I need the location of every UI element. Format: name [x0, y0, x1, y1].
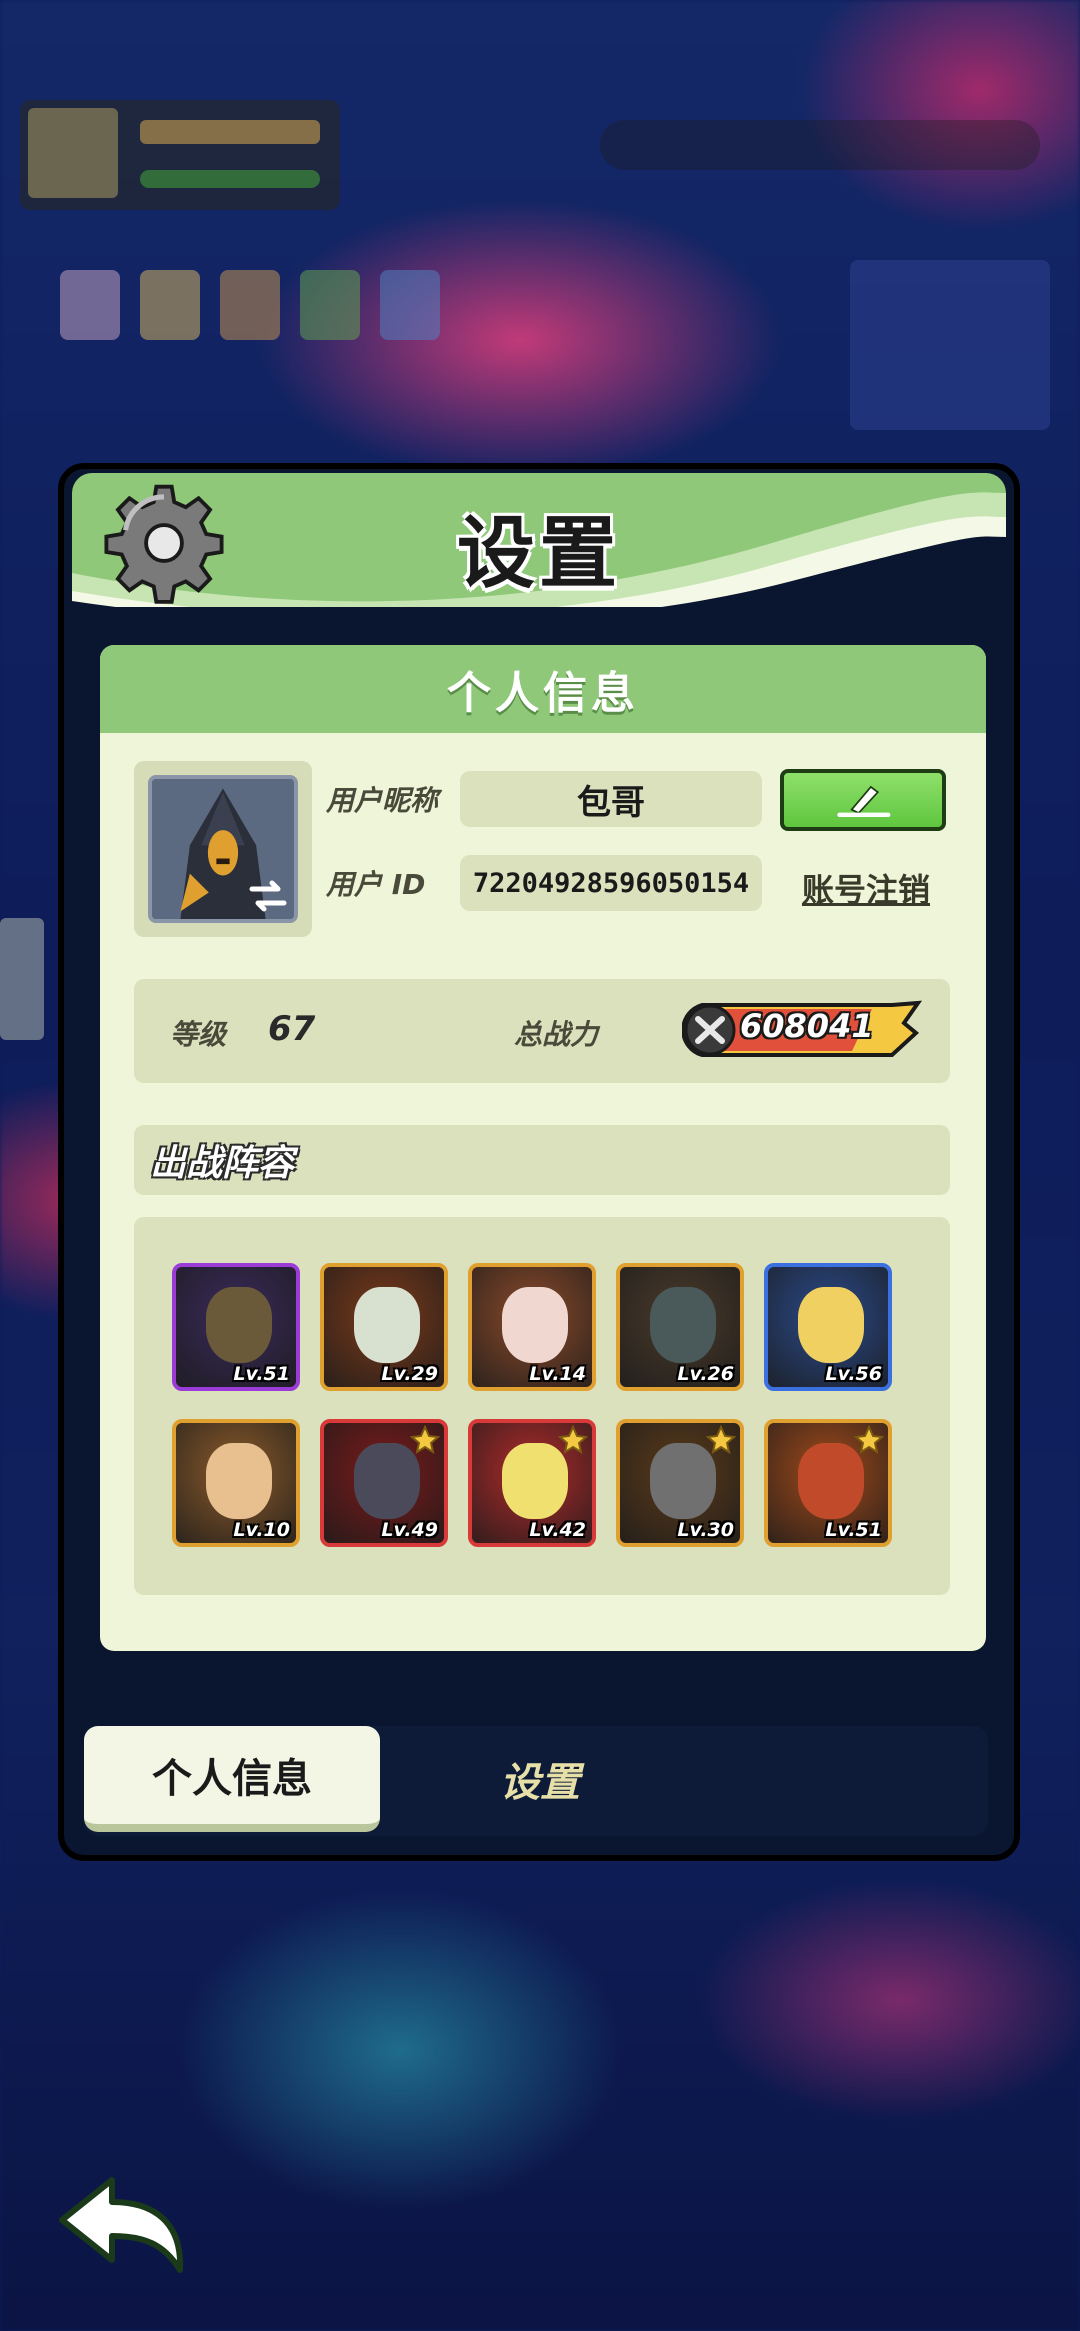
hero-portrait [354, 1287, 420, 1363]
section-title: 个人信息 [100, 645, 986, 733]
star-badge-icon [854, 1425, 884, 1455]
hero-level: Lv.51 [233, 1363, 290, 1385]
delete-account-link[interactable]: 账号注销 [776, 863, 956, 913]
tab-bar: 个人信息 设置 [84, 1726, 988, 1836]
hero-card[interactable]: Lv.51 [172, 1263, 300, 1391]
power-value: 608041 [740, 1007, 874, 1045]
level-value: 67 [268, 1009, 316, 1049]
hero-card[interactable]: Lv.42 [468, 1419, 596, 1547]
tab-personal-info[interactable]: 个人信息 [84, 1726, 380, 1832]
tab-settings[interactable]: 设置 [380, 1726, 700, 1832]
hud-tile [140, 270, 200, 340]
user-id-label: 用户 ID [326, 868, 426, 901]
hero-card[interactable]: Lv.30 [616, 1419, 744, 1547]
dialog-header: 设置 [72, 473, 1006, 607]
hero-level: Lv.29 [381, 1363, 438, 1385]
hero-portrait [502, 1287, 568, 1363]
hero-level: Lv.30 [677, 1519, 734, 1541]
user-id-field: 72204928596050154 [460, 855, 762, 911]
hero-card[interactable]: Lv.51 [764, 1419, 892, 1547]
star-badge-icon [558, 1425, 588, 1455]
hud-tile [380, 270, 440, 340]
hero-level: Lv.56 [825, 1363, 882, 1385]
minimap [850, 260, 1050, 430]
back-arrow-icon[interactable] [52, 2170, 192, 2280]
lineup-grid: Lv.51 Lv.29 Lv.14 Lv.26 Lv.56 Lv.10 Lv.49 Lv.42… [134, 1217, 950, 1595]
edit-nickname-button[interactable] [780, 769, 946, 831]
avatar-frame[interactable] [134, 761, 312, 937]
hero-level: Lv.26 [677, 1363, 734, 1385]
hero-portrait [798, 1287, 864, 1363]
hero-card[interactable]: Lv.26 [616, 1263, 744, 1391]
player-hud [20, 100, 340, 210]
hud-xp-bar [140, 170, 320, 188]
hero-card[interactable]: Lv.29 [320, 1263, 448, 1391]
stats-bar: 等级 67 总战力 608041 [134, 979, 950, 1083]
hero-card[interactable]: Lv.14 [468, 1263, 596, 1391]
hud-currency-bar [600, 120, 1040, 170]
personal-info-card: 个人信息 用户昵称 包哥 用户 ID 72204928596050154 账号注… [100, 645, 986, 1651]
hud-avatar [28, 108, 118, 198]
hero-portrait [650, 1287, 716, 1363]
hero-level: Lv.14 [529, 1363, 586, 1385]
hero-level: Lv.49 [381, 1519, 438, 1541]
hud-tile [300, 270, 360, 340]
nickname-label: 用户昵称 [326, 784, 439, 817]
hero-level: Lv.10 [233, 1519, 290, 1541]
pencil-icon [837, 785, 891, 817]
hero-card[interactable]: Lv.10 [172, 1419, 300, 1547]
hud-name-bar [140, 120, 320, 144]
hero-portrait [206, 1287, 272, 1363]
hero-card[interactable]: Lv.56 [764, 1263, 892, 1391]
nickname-field: 包哥 [460, 771, 762, 827]
hero-card[interactable]: Lv.49 [320, 1419, 448, 1547]
level-label: 等级 [170, 1018, 227, 1051]
star-badge-icon [706, 1425, 736, 1455]
avatar[interactable] [148, 775, 298, 923]
power-label: 总战力 [514, 1018, 599, 1051]
power-badge: 608041 [682, 997, 922, 1063]
settings-dialog: 设置 个人信息 用户昵称 包哥 用户 ID 72204928596050154 … [58, 463, 1020, 1861]
hud-tile [60, 270, 120, 340]
lineup-title: 出战阵容 [134, 1125, 950, 1195]
star-badge-icon [410, 1425, 440, 1455]
side-device-icon[interactable] [0, 918, 44, 1040]
dialog-title: 设置 [456, 509, 621, 599]
hero-level: Lv.42 [529, 1519, 586, 1541]
swap-arrows-icon[interactable] [248, 879, 288, 913]
hud-tile [220, 270, 280, 340]
hero-level: Lv.51 [825, 1519, 882, 1541]
hero-portrait [206, 1443, 272, 1519]
